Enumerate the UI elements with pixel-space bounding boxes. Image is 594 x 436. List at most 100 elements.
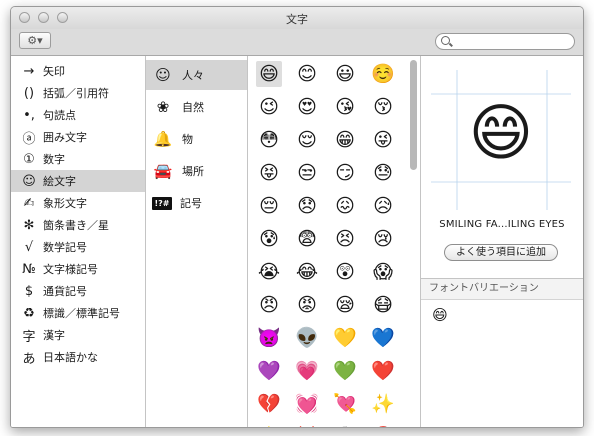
emoji-cell[interactable]: 💘 [332,391,358,417]
emoji-cell[interactable]: 😭 [256,259,282,285]
search-field[interactable] [435,33,575,50]
emoji-cell[interactable]: ❕ [332,424,358,427]
gear-icon: ⚙▾ [27,34,43,47]
search-icon [441,36,450,45]
emoji-cell[interactable]: 😘 [332,94,358,120]
emoji-cell[interactable]: 💓 [294,391,320,417]
emoji-cell[interactable]: ❤️ [370,358,396,384]
emoji-cell[interactable]: 😄 [256,61,282,87]
emoji-cell[interactable]: 😃 [332,61,358,87]
category-symbol-icon: 字 [22,329,36,345]
subcategory-label: 物 [182,133,193,146]
emoji-cell[interactable]: 😠 [256,292,282,318]
category-label: 漢字 [43,329,65,342]
emoji-name: SMILING FA...ILING EYES [439,219,565,230]
emoji-cell[interactable]: 😊 [294,61,320,87]
category-label: 数字 [43,153,65,166]
emoji-grid-scrollbar[interactable] [409,58,418,427]
subcategory-item[interactable]: ☺ 人々 [146,60,247,90]
category-item[interactable]: ① 数字 [11,148,145,170]
subcategory-icon: 🚘 [153,162,173,180]
subcategory-label: 場所 [182,165,204,178]
category-label: 数学記号 [43,241,87,254]
category-item[interactable]: 字漢字 [11,324,145,346]
emoji-preview: 😄 SMILING FA...ILING EYES よく使う項目に追加 [421,56,583,271]
emoji-cell[interactable]: 💢 [294,424,320,427]
emoji-cell[interactable]: 😔 [256,193,282,219]
category-symbol-icon: ① [23,151,35,167]
emoji-cell[interactable]: 💜 [256,358,282,384]
emoji-cell[interactable]: ☺️ [370,61,396,87]
category-symbol-icon: √ [24,239,34,255]
emoji-cell[interactable]: ✨ [370,391,396,417]
emoji-cell[interactable]: 😏 [332,160,358,186]
subcategory-item[interactable]: ❀ 自然 [146,92,247,122]
font-variation-item[interactable]: 😄 [429,304,451,326]
emoji-cell[interactable]: 😞 [294,193,320,219]
category-item[interactable]: ✍ 象形文字 [11,192,145,214]
category-item[interactable]: ⓐ 囲み文字 [11,126,145,148]
action-menu-button[interactable]: ⚙▾ [19,32,51,49]
category-item[interactable]: $ 通貨記号 [11,280,145,302]
category-list: → 矢印 () 括弧／引用符 •, 句読点 ⓐ 囲み文字 ① 数字 ☺ 絵文字 ✍ 象形文字 ✻ 箇条書き／星… [11,56,146,427]
subcategory-item[interactable]: 🚘 場所 [146,156,247,186]
emoji-cell[interactable]: 😌 [294,127,320,153]
emoji-cell[interactable]: 😨 [294,226,320,252]
emoji-cell[interactable]: 💙 [370,325,396,351]
category-item[interactable]: ✻ 箇条書き／星 [11,214,145,236]
emoji-cell[interactable]: 😡 [294,292,320,318]
category-item[interactable]: ☺ 絵文字 [11,170,145,192]
emoji-cell[interactable]: 😣 [332,226,358,252]
category-item[interactable]: → 矢印 [11,60,145,82]
category-item[interactable]: () 括弧／引用符 [11,82,145,104]
category-item[interactable]: № 文字様記号 [11,258,145,280]
subcategory-icon: ❀ [156,98,170,116]
search-input[interactable] [454,35,569,48]
emoji-cell[interactable]: ⭐ [256,424,282,427]
emoji-cell[interactable]: 💗 [294,358,320,384]
category-symbol-icon: ♻ [23,305,35,321]
emoji-cell[interactable]: 😝 [256,160,282,186]
category-label: 標識／標準記号 [43,307,120,320]
emoji-cell[interactable]: 😒 [294,160,320,186]
emoji-cell[interactable]: 😪 [332,292,358,318]
category-label: 箇条書き／星 [43,219,109,232]
emoji-cell[interactable]: 😖 [332,193,358,219]
emoji-cell[interactable]: 😉 [256,94,282,120]
category-item[interactable]: ♻ 標識／標準記号 [11,302,145,324]
category-symbol-icon: № [22,261,36,277]
emoji-cell[interactable]: 😜 [370,127,396,153]
emoji-cell[interactable]: 😁 [332,127,358,153]
category-symbol-icon: ⓐ [22,131,36,147]
detail-panel: 😄 SMILING FA...ILING EYES よく使う項目に追加 フォント… [421,56,583,427]
emoji-cell[interactable]: 💛 [332,325,358,351]
category-symbol-icon: あ [22,351,36,367]
emoji-cell[interactable]: 😰 [256,226,282,252]
emoji-cell[interactable]: 😓 [370,160,396,186]
emoji-cell[interactable]: 👿 [256,325,282,351]
category-symbol-icon: •, [23,107,35,123]
emoji-cell[interactable]: 😢 [370,226,396,252]
subcategory-item[interactable]: !?# 記号 [146,188,247,218]
emoji-cell[interactable]: 😥 [370,193,396,219]
title-bar: 文字 [11,7,583,29]
emoji-cell[interactable]: 😱 [370,259,396,285]
category-item[interactable]: •, 句読点 [11,104,145,126]
emoji-cell[interactable]: 😳 [256,127,282,153]
emoji-cell[interactable]: 😂 [294,259,320,285]
emoji-cell[interactable]: 💚 [332,358,358,384]
emoji-cell[interactable]: 😷 [370,292,396,318]
subcategory-icon: !?# [152,196,172,210]
emoji-cell[interactable]: 💔 [256,391,282,417]
emoji-cell[interactable]: 👽 [294,325,320,351]
scrollbar-thumb[interactable] [410,60,417,170]
emoji-cell[interactable]: ❓ [370,424,396,427]
add-to-favorites-button[interactable]: よく使う項目に追加 [444,244,558,261]
emoji-cell[interactable]: 😍 [294,94,320,120]
subcategory-item[interactable]: 🔔 物 [146,124,247,154]
emoji-cell[interactable]: 😲 [332,259,358,285]
category-label: 囲み文字 [43,131,87,144]
category-item[interactable]: √ 数学記号 [11,236,145,258]
category-item[interactable]: あ日本語かな [11,346,145,368]
emoji-cell[interactable]: 😚 [370,94,396,120]
